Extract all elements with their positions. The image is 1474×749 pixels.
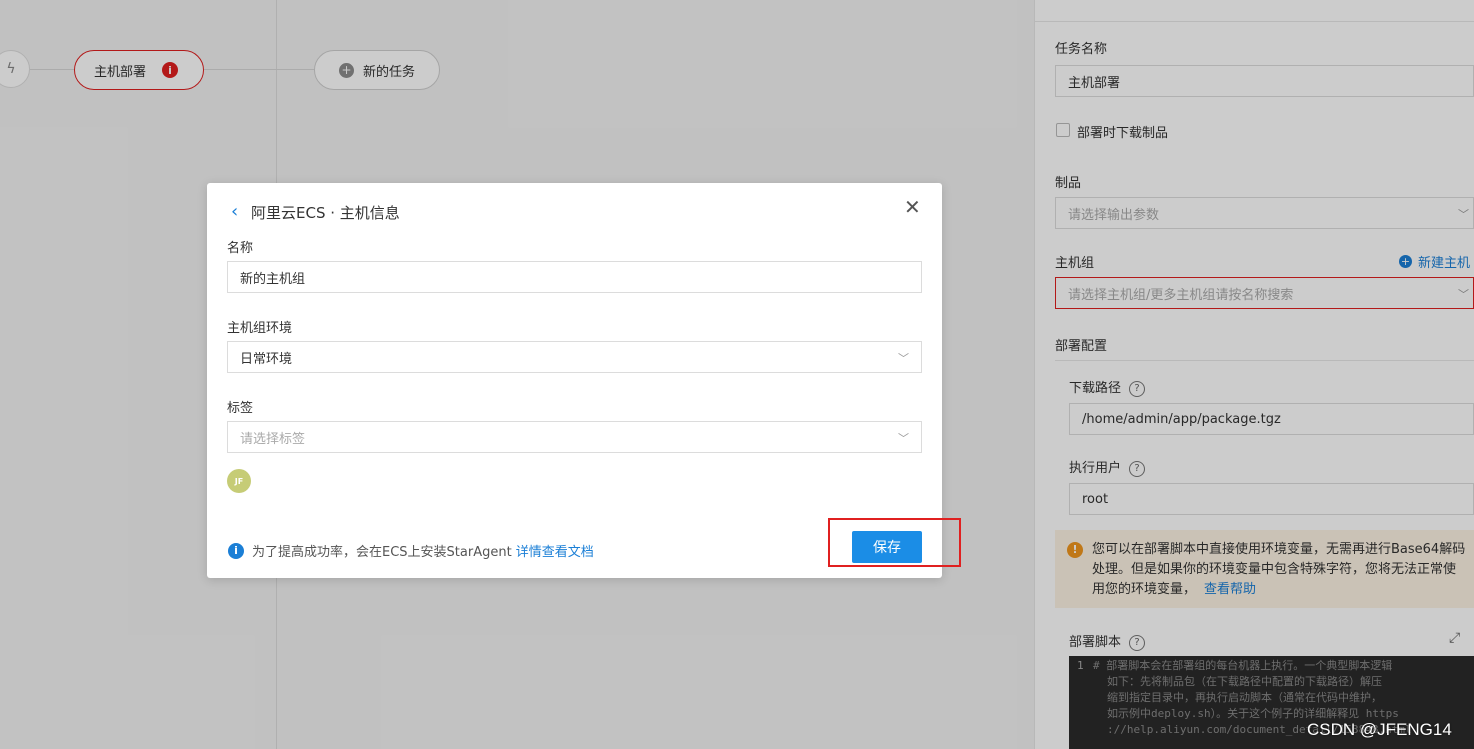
env-label: 主机组环境 bbox=[227, 321, 293, 336]
close-icon[interactable]: ✕ bbox=[904, 197, 921, 217]
tip-text: 为了提高成功率，会在ECS上安装StarAgent bbox=[252, 545, 512, 560]
env-value: 日常环境 bbox=[240, 351, 293, 367]
dialog-title: 阿里云ECS · 主机信息 bbox=[251, 204, 400, 222]
name-label: 名称 bbox=[227, 241, 254, 256]
back-arrow-icon[interactable]: ‹ bbox=[231, 203, 238, 221]
tag-label: 标签 bbox=[227, 401, 254, 416]
tag-placeholder: 请选择标签 bbox=[240, 431, 306, 447]
staragent-tip: i 为了提高成功率，会在ECS上安装StarAgent 详情查看文档 bbox=[228, 541, 594, 560]
docs-link[interactable]: 详情查看文档 bbox=[516, 541, 594, 560]
avatar[interactable]: JF bbox=[227, 469, 251, 493]
env-select[interactable]: 日常环境 ﹀ bbox=[227, 341, 922, 373]
chevron-down-icon: ﹀ bbox=[898, 352, 909, 365]
watermark: CSDN @JFENG14 bbox=[1307, 720, 1452, 739]
tag-select[interactable]: 请选择标签 ﹀ bbox=[227, 421, 922, 453]
chevron-down-icon: ﹀ bbox=[898, 432, 909, 445]
annotation-highlight-box bbox=[828, 518, 961, 567]
name-value: 新的主机组 bbox=[240, 271, 306, 287]
name-input[interactable]: 新的主机组 bbox=[227, 261, 922, 293]
info-icon: i bbox=[228, 542, 244, 559]
